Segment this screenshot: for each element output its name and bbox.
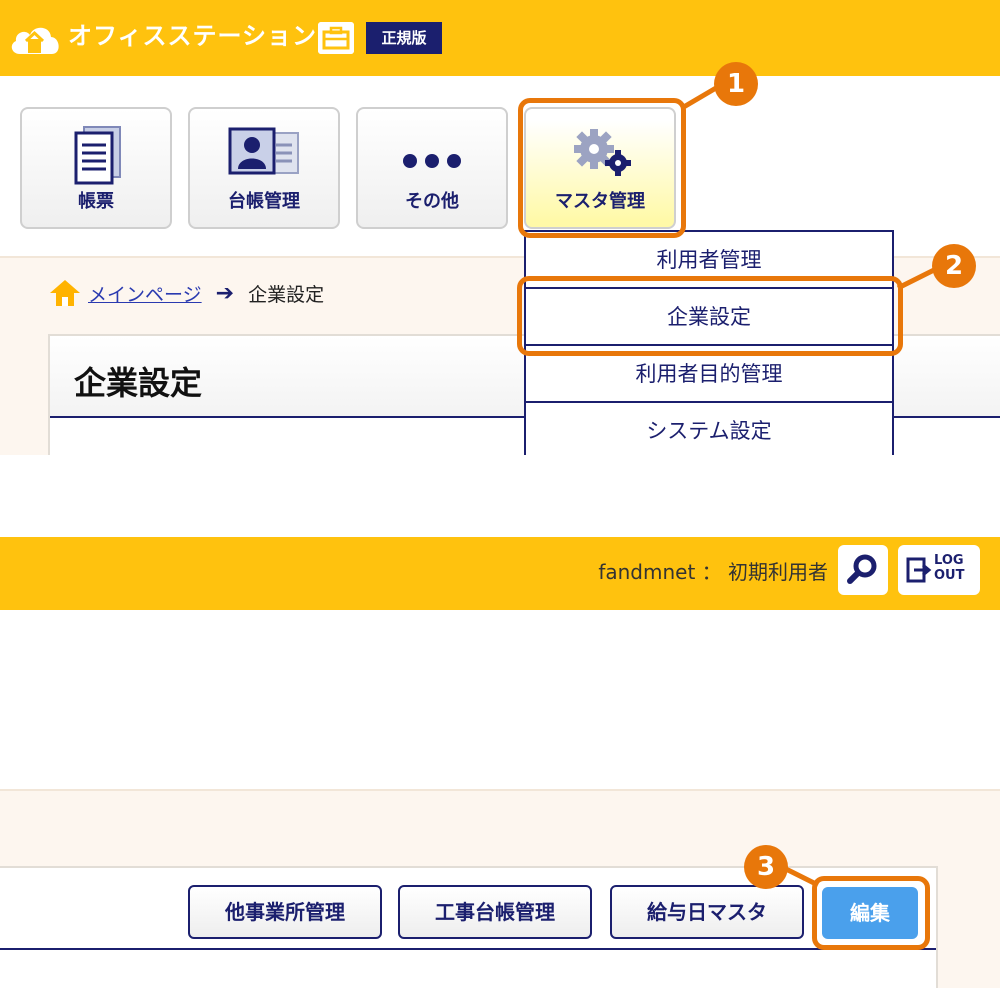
logout-icon [906, 557, 932, 583]
top-screenshot-panel: オフィスステーション 正規版 帳票 台帳管理 その他 マスタ管理 メインページ … [0, 0, 1000, 455]
briefcase-icon [318, 22, 354, 54]
callout-number-2: 2 [932, 244, 976, 288]
edition-badge: 正規版 [366, 22, 442, 54]
more-dots-icon [403, 154, 461, 168]
logout-button[interactable]: LOG OUT [898, 545, 980, 595]
breadcrumb-current: 企業設定 [248, 283, 325, 306]
callout-highlight-3 [812, 876, 930, 950]
id-card-icon [228, 127, 299, 175]
app-header: オフィスステーション 正規版 [0, 0, 1000, 76]
callout-highlight-1 [518, 98, 686, 238]
other-offices-button[interactable]: 他事業所管理 [188, 885, 382, 939]
bottom-screenshot-panel: fandmnet ： 初期利用者 LOG OUT 他事業所管理 工事台帳管理 給… [0, 537, 1000, 988]
search-icon [847, 554, 877, 584]
document-icon [74, 126, 121, 185]
breadcrumb-arrow-icon: ➔ [215, 280, 235, 306]
menu-label-other: その他 [405, 191, 459, 212]
cloud-logo-icon [11, 27, 59, 54]
callout-number-1: 1 [714, 62, 758, 106]
callout-highlight-2 [517, 276, 903, 356]
menu-button-forms[interactable]: 帳票 [20, 107, 172, 229]
page-title: 企業設定 [74, 364, 203, 402]
menu-label-ledger: 台帳管理 [228, 191, 300, 212]
search-button[interactable] [838, 545, 888, 595]
callout-number-3: 3 [744, 845, 788, 889]
app-name: オフィスステーション [68, 22, 318, 50]
menu-button-ledger[interactable]: 台帳管理 [188, 107, 340, 229]
menu-button-other[interactable]: その他 [356, 107, 508, 229]
dropdown-item-system-settings[interactable]: システム設定 [526, 403, 892, 455]
payday-master-button[interactable]: 給与日マスタ [610, 885, 804, 939]
app-header-secondary: fandmnet ： 初期利用者 LOG OUT [0, 537, 1000, 610]
breadcrumb-home-link[interactable]: メインページ [88, 280, 202, 307]
toolbar-divider [0, 948, 936, 950]
home-icon [50, 280, 80, 306]
logout-label: LOG OUT [934, 553, 965, 583]
breadcrumb: メインページ ➔ 企業設定 [48, 278, 324, 308]
construction-ledger-button[interactable]: 工事台帳管理 [398, 885, 592, 939]
menu-label-forms: 帳票 [78, 191, 114, 212]
user-info: fandmnet ： 初期利用者 [598, 560, 828, 584]
